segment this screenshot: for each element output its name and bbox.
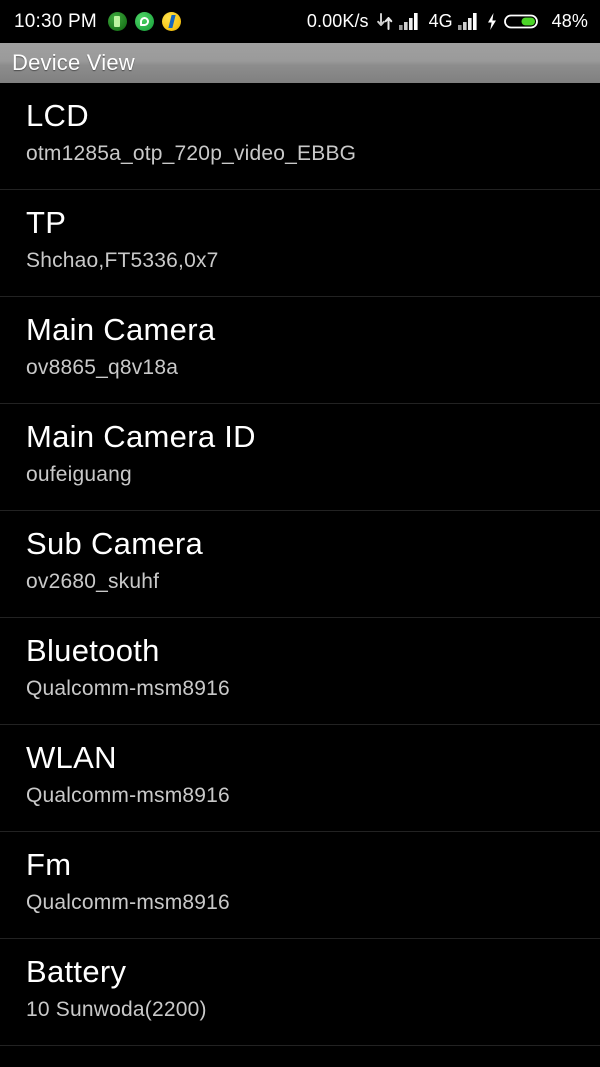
list-item-title: Main Camera ID <box>26 419 256 454</box>
list-item-title: Sub Camera <box>26 526 204 561</box>
list-item-subtitle: ov8865_q8v18a <box>26 356 179 379</box>
list-item-title: TP <box>26 205 67 240</box>
title-bar: Device View <box>0 43 600 83</box>
list-item[interactable]: Bluetooth Qualcomm-msm8916 <box>0 618 600 725</box>
list-item-subtitle: Qualcomm-msm8916 <box>26 891 230 914</box>
list-item-title: Bluetooth <box>26 633 160 668</box>
charging-bolt-icon <box>486 12 498 31</box>
list-item-subtitle: 10 Sunwoda(2200) <box>26 998 207 1021</box>
list-item-title: LCD <box>26 98 89 133</box>
battery-icon <box>503 12 540 31</box>
list-item-subtitle: oufeiguang <box>26 463 132 486</box>
list-item-subtitle: Qualcomm-msm8916 <box>26 784 230 807</box>
device-info-list: LCD otm1285a_otp_720p_video_EBBG TP Shchao,… <box>0 83 600 1046</box>
list-item-subtitle: Shchao,FT5336,0x7 <box>26 249 219 272</box>
network-type-label: 4G <box>428 11 453 31</box>
list-item-subtitle: otm1285a_otp_720p_video_EBBG <box>26 142 357 165</box>
signal-bars-icon-2 <box>457 12 480 31</box>
page-title: Device View <box>12 50 135 75</box>
list-item[interactable]: Sub Camera ov2680_skuhf <box>0 511 600 618</box>
battery-saver-icon <box>107 12 127 31</box>
list-item[interactable]: Battery 10 Sunwoda(2200) <box>0 939 600 1046</box>
status-bar-right: 0.00K/s 4G 48% <box>307 11 588 32</box>
whatsapp-icon <box>134 12 154 31</box>
list-item-title: WLAN <box>26 740 117 775</box>
notification-icons <box>107 12 189 31</box>
status-bar: 10:30 PM 0.00K/s 4G 48% <box>0 0 600 43</box>
status-bar-left: 10:30 PM <box>14 11 189 33</box>
list-item[interactable]: LCD otm1285a_otp_720p_video_EBBG <box>0 83 600 190</box>
list-item-title: Battery <box>26 954 127 989</box>
battery-percent-label: 48% <box>551 11 588 31</box>
list-item[interactable]: Fm Qualcomm-msm8916 <box>0 832 600 939</box>
list-item-subtitle: Qualcomm-msm8916 <box>26 677 230 700</box>
data-transfer-icon <box>376 12 393 31</box>
list-item-title: Main Camera <box>26 312 216 347</box>
status-bar-clock: 10:30 PM <box>14 10 97 32</box>
list-item[interactable]: Main Camera ov8865_q8v18a <box>0 297 600 404</box>
list-item-subtitle: ov2680_skuhf <box>26 570 160 593</box>
list-item-title: Fm <box>26 847 72 882</box>
list-item[interactable]: WLAN Qualcomm-msm8916 <box>0 725 600 832</box>
network-speed-label: 0.00K/s <box>306 11 369 31</box>
list-item[interactable]: Main Camera ID oufeiguang <box>0 404 600 511</box>
signal-bars-icon <box>398 12 421 31</box>
list-item[interactable]: TP Shchao,FT5336,0x7 <box>0 190 600 297</box>
flipkart-icon <box>161 12 181 31</box>
